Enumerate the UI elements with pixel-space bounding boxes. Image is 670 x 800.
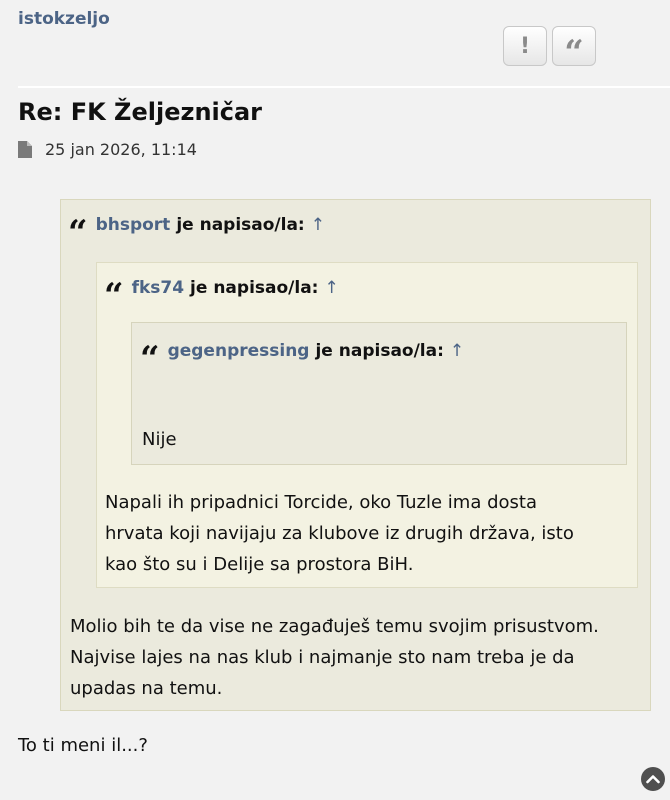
quote-line: Najvise lajes na nas klub i najmanje sto… — [70, 647, 575, 668]
quote-wrote-label: je napisao/la: — [315, 341, 444, 361]
jump-to-post-arrow-icon[interactable]: ↑ — [311, 215, 325, 235]
report-button[interactable]: ! — [503, 26, 547, 66]
quote-cite-middle: “ fks74 je napisao/la: ↑ — [104, 271, 339, 313]
quote-line: upadas na temu. — [70, 678, 223, 699]
quote-user-link[interactable]: fks74 — [132, 278, 184, 298]
chevron-up-icon — [646, 775, 660, 784]
post-title[interactable]: Re: FK Željezničar — [18, 98, 262, 126]
quote-cite-inner: “ gegenpressing je napisao/la: ↑ — [140, 334, 464, 376]
quote-cite-outer: “ bhsport je napisao/la: ↑ — [68, 208, 325, 250]
quote-wrote-label: je napisao/la: — [176, 215, 305, 235]
document-icon — [18, 141, 32, 158]
jump-to-post-arrow-icon[interactable]: ↑ — [324, 278, 338, 298]
post-body: To ti meni il...? — [18, 735, 148, 756]
quote-button[interactable]: “ — [552, 26, 596, 70]
quote-text-middle: Napali ih pripadnici Torcide, oko Tuzle … — [105, 487, 574, 580]
quote-user-link[interactable]: bhsport — [96, 215, 171, 235]
quote-line: kao što su i Delije sa prostora BiH. — [105, 554, 414, 575]
post-author[interactable]: istokzeljo — [18, 9, 110, 29]
quote-line: Molio bih te da vise ne zagađuješ temu s… — [70, 616, 599, 637]
back-to-top-button[interactable] — [641, 767, 665, 791]
quote-wrote-label: je napisao/la: — [190, 278, 319, 298]
quote-icon: “ — [68, 213, 88, 253]
quote-line: Napali ih pripadnici Torcide, oko Tuzle … — [105, 492, 537, 513]
post-date: 25 jan 2026, 11:14 — [45, 140, 197, 159]
quote-line: hrvata koji navijaju za klubove iz drugi… — [105, 523, 574, 544]
quote-text-inner: Nije — [142, 429, 177, 450]
header-divider — [18, 86, 670, 88]
quote-icon: “ — [564, 33, 584, 73]
quote-icon: “ — [140, 339, 160, 379]
post-meta: 25 jan 2026, 11:14 — [18, 140, 197, 159]
exclamation-icon: ! — [519, 33, 531, 59]
quote-user-link[interactable]: gegenpressing — [168, 341, 310, 361]
quote-icon: “ — [104, 276, 124, 316]
quote-text-outer: Molio bih te da vise ne zagađuješ temu s… — [70, 611, 599, 704]
jump-to-post-arrow-icon[interactable]: ↑ — [450, 341, 464, 361]
